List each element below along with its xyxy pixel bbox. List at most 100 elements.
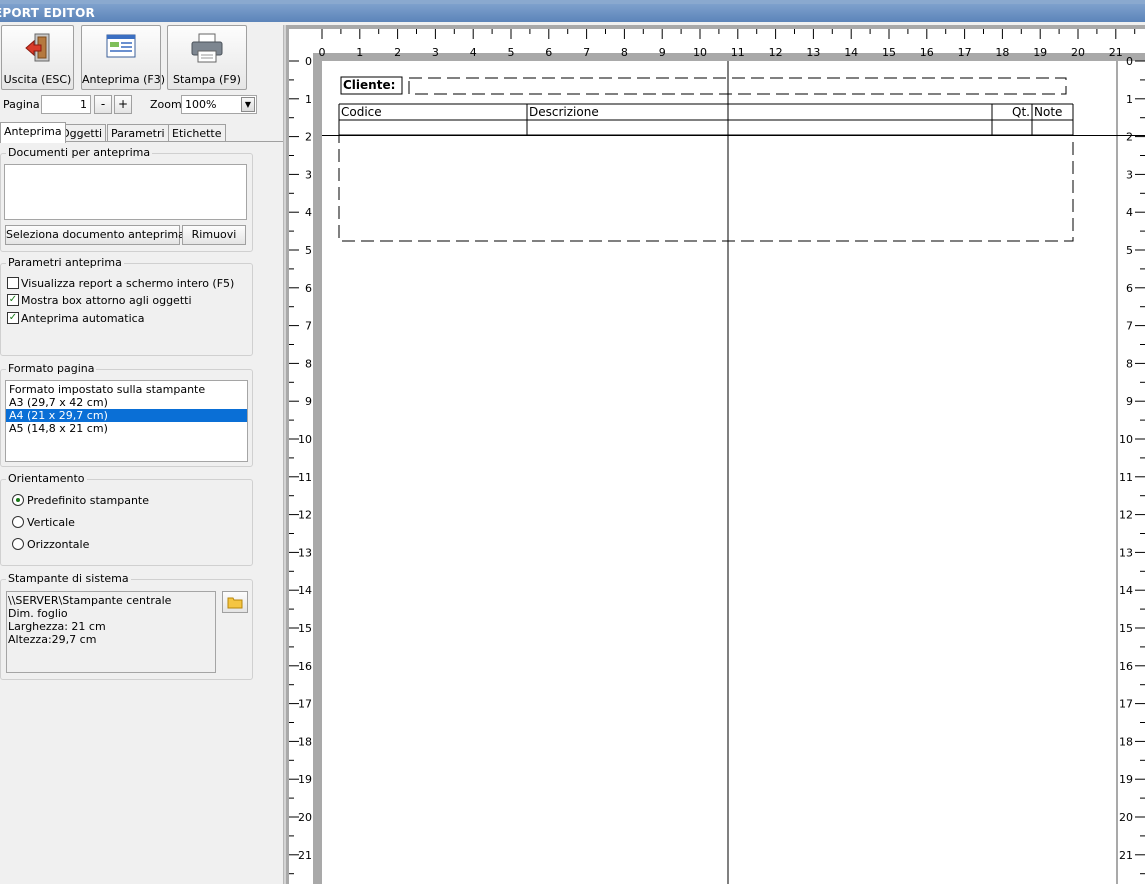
ruler-h-label: 17 xyxy=(958,46,972,59)
ruler-h-label: 1 xyxy=(356,46,363,59)
ruler-h-label: 18 xyxy=(995,46,1009,59)
ruler-h-label: 19 xyxy=(1033,46,1047,59)
ruler-v-right-label: 7 xyxy=(1126,320,1133,333)
exit-button[interactable]: Uscita (ESC) xyxy=(1,25,74,90)
ruler-v-label: 17 xyxy=(298,698,312,711)
exit-button-label: Uscita (ESC) xyxy=(3,73,72,86)
checkbox-unchecked-icon xyxy=(7,277,19,289)
printer-folder-button[interactable] xyxy=(222,591,248,613)
page-decrement-button[interactable]: - xyxy=(94,95,112,114)
ruler-h-label: 7 xyxy=(583,46,590,59)
documents-group-title: Documenti per anteprima xyxy=(6,146,153,159)
ruler-v-right-label: 5 xyxy=(1126,244,1133,257)
tab-strip: Anteprima Oggetti Parametri Etichette xyxy=(0,122,283,143)
tab-etichette[interactable]: Etichette xyxy=(168,124,226,142)
zoom-select[interactable]: 100% ▼ xyxy=(181,95,257,114)
radio-selected-icon xyxy=(12,494,24,506)
column-qt[interactable]: Qt. xyxy=(1012,105,1030,119)
ruler-v-label: 12 xyxy=(298,509,312,522)
chevron-down-icon[interactable]: ▼ xyxy=(241,97,255,112)
ruler-v-right-label: 18 xyxy=(1119,735,1133,748)
ruler-h-label: 13 xyxy=(806,46,820,59)
ruler-v-label: 13 xyxy=(298,546,312,559)
page-format-item[interactable]: Formato impostato sulla stampante xyxy=(6,383,247,396)
ruler-h-label: 21 xyxy=(1109,46,1123,59)
report-designer-canvas[interactable]: 0 1 2 3 4 5 6 7 8 9 10 11 12 13 14 15 16 17 18 19 20 21 0 0 1 1 2 2… xyxy=(286,25,1145,884)
page-format-list[interactable]: Formato impostato sulla stampante A3 (29… xyxy=(5,380,248,462)
column-note[interactable]: Note xyxy=(1034,105,1062,119)
ruler-v-right-label: 6 xyxy=(1126,282,1133,295)
ruler-h-label: 15 xyxy=(882,46,896,59)
orientation-portrait-label: Verticale xyxy=(27,516,75,529)
printer-group: Stampante di sistema \\SERVER\Stampante … xyxy=(0,572,253,680)
printer-name: \\SERVER\Stampante centrale xyxy=(8,594,172,607)
page-format-group-title: Formato pagina xyxy=(6,362,97,375)
ruler-v-label: 15 xyxy=(298,622,312,635)
select-preview-document-button[interactable]: Seleziona documento anteprima xyxy=(5,225,185,245)
ruler-h-label: 16 xyxy=(920,46,934,59)
page-format-item-selected[interactable]: A4 (21 x 29,7 cm) xyxy=(6,409,247,422)
page-format-item[interactable]: A5 (14,8 x 21 cm) xyxy=(6,422,247,435)
report-page[interactable]: Cliente: Codice Descrizione Qt. Note xyxy=(322,61,1116,884)
ruler-v-right-label: 14 xyxy=(1119,584,1133,597)
preview-button[interactable]: Anteprima (F3) xyxy=(81,25,165,90)
checkmark-icon: ✓ xyxy=(7,312,19,324)
documents-list[interactable] xyxy=(4,164,247,220)
column-descrizione[interactable]: Descrizione xyxy=(529,105,599,119)
column-codice[interactable]: Codice xyxy=(341,105,382,119)
preview-params-group-title: Parametri anteprima xyxy=(6,256,124,269)
remove-document-button[interactable]: Rimuovi xyxy=(182,225,246,245)
ruler-v-right-label: 12 xyxy=(1119,509,1133,522)
ruler-v-label: 8 xyxy=(305,357,312,370)
orientation-group-title: Orientamento xyxy=(6,472,87,485)
page-increment-button[interactable]: + xyxy=(114,95,132,114)
radio-unselected-icon xyxy=(12,516,24,528)
report-layout-lines xyxy=(338,61,1074,884)
page-format-group: Formato pagina Formato impostato sulla s… xyxy=(0,362,253,467)
tab-parametri[interactable]: Parametri xyxy=(107,124,169,142)
fullscreen-checkbox-label: Visualizza report a schermo intero (F5) xyxy=(21,277,235,290)
ruler-v-label: 10 xyxy=(298,433,312,446)
ruler-v-right-label: 20 xyxy=(1119,811,1133,824)
ruler-v-right-label: 2 xyxy=(1126,131,1133,144)
show-boxes-checkbox[interactable]: ✓ Mostra box attorno agli oggetti xyxy=(7,294,192,308)
ruler-v-right-label: 1 xyxy=(1126,93,1133,106)
preview-params-group: Parametri anteprima Visualizza report a … xyxy=(0,256,253,356)
page-format-item[interactable]: A3 (29,7 x 42 cm) xyxy=(6,396,247,409)
ruler-h-label: 9 xyxy=(659,46,666,59)
ruler-h-label: 10 xyxy=(693,46,707,59)
ruler-v-label: 18 xyxy=(298,735,312,748)
preview-button-label: Anteprima (F3) xyxy=(82,73,165,86)
tab-anteprima[interactable]: Anteprima xyxy=(0,122,66,143)
ruler-h-label: 3 xyxy=(432,46,439,59)
ruler-v-label: 14 xyxy=(298,584,312,597)
ruler-v-right-label: 19 xyxy=(1119,773,1133,786)
print-button-label: Stampa (F9) xyxy=(173,73,241,86)
ruler-h-label: 12 xyxy=(769,46,783,59)
preview-window-icon xyxy=(105,32,137,65)
ruler-v-right-label: 21 xyxy=(1119,849,1133,862)
ruler-v-right-label: 3 xyxy=(1126,168,1133,181)
orientation-landscape-radio[interactable]: Orizzontale xyxy=(12,538,89,552)
ruler-h-label: 6 xyxy=(545,46,552,59)
orientation-default-radio[interactable]: Predefinito stampante xyxy=(12,494,149,508)
print-button[interactable]: Stampa (F9) xyxy=(167,25,247,90)
ruler-v-label: 9 xyxy=(305,395,312,408)
ruler-v-label: 19 xyxy=(298,773,312,786)
ruler-v-right-label: 17 xyxy=(1119,698,1133,711)
ruler-v-label: 6 xyxy=(305,282,312,295)
printer-info: \\SERVER\Stampante centrale Dim. foglio … xyxy=(6,591,216,673)
fullscreen-checkbox[interactable]: Visualizza report a schermo intero (F5) xyxy=(7,277,234,291)
window-title-bar: EPORT EDITOR xyxy=(0,4,1145,22)
page-number-input[interactable]: 1 xyxy=(41,95,91,114)
ruler-h-label: 0 xyxy=(319,46,326,59)
ruler-v-right-label: 15 xyxy=(1119,622,1133,635)
ruler-v-right-label: 9 xyxy=(1126,395,1133,408)
auto-preview-checkbox[interactable]: ✓ Anteprima automatica xyxy=(7,312,144,326)
client-label[interactable]: Cliente: xyxy=(343,78,395,92)
ruler-v-label: 20 xyxy=(298,811,312,824)
orientation-portrait-radio[interactable]: Verticale xyxy=(12,516,75,530)
ruler-v-right-label: 16 xyxy=(1119,660,1133,673)
zoom-label: Zoom xyxy=(150,98,182,111)
ruler-h-label: 14 xyxy=(844,46,858,59)
